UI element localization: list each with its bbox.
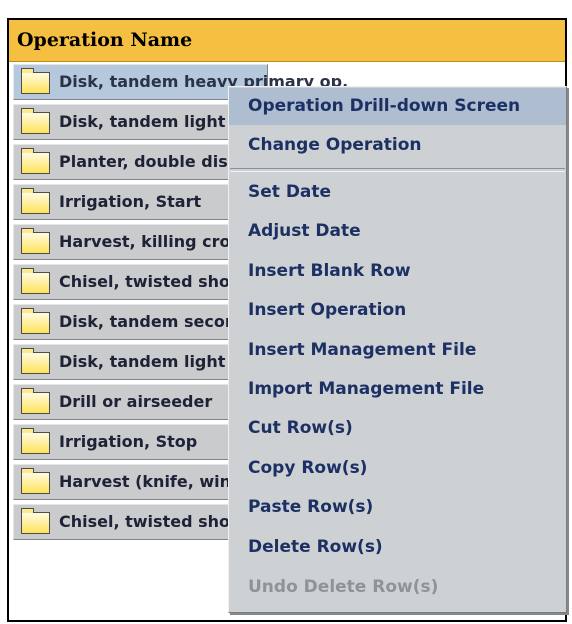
menu-item-operation-drill-down[interactable]: Operation Drill-down Screen xyxy=(229,88,566,125)
folder-icon xyxy=(21,468,50,494)
menu-item-cut-rows[interactable]: Cut Row(s) xyxy=(229,410,566,447)
folder-icon xyxy=(21,268,50,294)
menu-item-set-date[interactable]: Set Date xyxy=(229,174,566,211)
menu-item-adjust-date[interactable]: Adjust Date xyxy=(229,213,566,250)
operation-name-cell: Drill or airseeder xyxy=(59,392,213,411)
menu-item-paste-rows[interactable]: Paste Row(s) xyxy=(229,489,566,526)
folder-icon xyxy=(21,188,50,214)
menu-item-delete-rows[interactable]: Delete Row(s) xyxy=(229,529,566,566)
menu-item-copy-rows[interactable]: Copy Row(s) xyxy=(229,450,566,487)
operation-name-cell: Irrigation, Start xyxy=(59,192,202,211)
folder-icon xyxy=(21,68,50,94)
menu-item-insert-operation[interactable]: Insert Operation xyxy=(229,292,566,329)
folder-icon xyxy=(21,388,50,414)
column-header-operation-name[interactable]: Operation Name xyxy=(9,20,565,62)
folder-icon xyxy=(21,308,50,334)
folder-icon xyxy=(21,428,50,454)
menu-item-change-operation[interactable]: Change Operation xyxy=(229,127,566,164)
menu-item-undo-delete-rows: Undo Delete Row(s) xyxy=(248,577,439,597)
menu-item-insert-management-file[interactable]: Insert Management File xyxy=(229,332,566,369)
folder-icon xyxy=(21,508,50,534)
operation-name-cell: Harvest, killing crop xyxy=(59,232,242,251)
operation-name-cell: Irrigation, Stop xyxy=(59,432,198,451)
folder-icon xyxy=(21,228,50,254)
folder-icon xyxy=(21,148,50,174)
folder-icon xyxy=(21,108,50,134)
folder-icon xyxy=(21,348,50,374)
menu-item-insert-blank-row[interactable]: Insert Blank Row xyxy=(229,253,566,290)
menu-separator xyxy=(230,168,565,172)
menu-item-import-management-file[interactable]: Import Management File xyxy=(229,371,566,408)
context-menu: Operation Drill-down Screen Change Opera… xyxy=(228,86,567,613)
